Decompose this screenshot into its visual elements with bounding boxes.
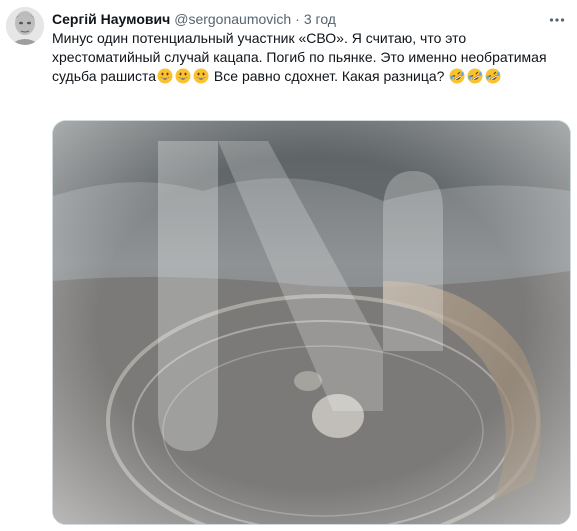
author-name[interactable]: Сергій Наумович — [52, 9, 170, 29]
grinning-face-icon — [193, 68, 209, 84]
avatar[interactable] — [6, 7, 44, 45]
author-handle[interactable]: @sergonaumovich — [174, 9, 291, 29]
rolling-on-floor-laughing-icon — [467, 68, 483, 84]
more-horizontal-icon — [549, 18, 565, 22]
tweet-header: Сергій Наумович @sergonaumovich · 3 год — [52, 9, 336, 29]
timestamp[interactable]: 3 год — [304, 9, 336, 29]
tweet-media[interactable] — [52, 120, 571, 525]
video-frame — [53, 121, 570, 524]
rolling-on-floor-laughing-icon — [449, 68, 465, 84]
separator-dot: · — [295, 11, 300, 27]
grinning-face-icon — [175, 68, 191, 84]
rolling-on-floor-laughing-icon — [485, 68, 501, 84]
tweet-card[interactable]: Сергій Наумович @sergonaumovich · 3 год … — [0, 0, 577, 531]
grinning-face-icon — [157, 68, 173, 84]
tweet-text: Минус один потенциальный участник «СВО».… — [52, 29, 552, 86]
avatar-image — [6, 7, 44, 45]
tweet-text-part2: Все равно сдохнет. Какая разница? — [210, 68, 449, 84]
